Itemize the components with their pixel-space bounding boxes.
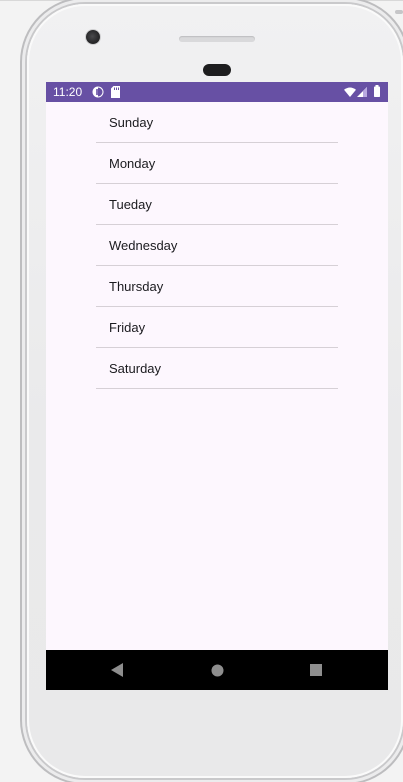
back-icon bbox=[111, 663, 123, 677]
status-bar: 11:20 bbox=[46, 82, 388, 102]
navigation-bar bbox=[46, 650, 388, 690]
list-item-sunday[interactable]: Sunday bbox=[96, 102, 338, 143]
list-item-label: Sunday bbox=[109, 115, 154, 130]
front-camera bbox=[86, 30, 100, 44]
list-item-label: Saturday bbox=[109, 361, 162, 376]
cell-signal-icon bbox=[357, 87, 367, 97]
home-icon bbox=[211, 664, 223, 676]
days-list: Sunday Monday Tueday Wednesday Thursday … bbox=[96, 102, 338, 389]
list-item-label: Tueday bbox=[109, 197, 152, 212]
home-button[interactable] bbox=[187, 650, 247, 690]
device-screen: 11:20 Sunday Monday Tueday Wednesday Thu… bbox=[46, 82, 388, 690]
battery-icon bbox=[374, 85, 380, 97]
sd-card-icon bbox=[111, 86, 120, 98]
wifi-icon bbox=[344, 87, 356, 97]
list-item-label: Thursday bbox=[109, 279, 164, 294]
power-button bbox=[395, 10, 403, 14]
window-top-border bbox=[0, 0, 403, 1]
list-item-thursday[interactable]: Thursday bbox=[96, 266, 338, 307]
recents-button[interactable] bbox=[286, 650, 346, 690]
list-item-label: Wednesday bbox=[109, 238, 178, 253]
back-button[interactable] bbox=[87, 650, 147, 690]
list-item-label: Friday bbox=[109, 320, 146, 335]
earpiece-speaker bbox=[179, 36, 255, 42]
proximity-sensor bbox=[203, 64, 231, 76]
status-time: 11:20 bbox=[53, 85, 83, 99]
data-saver-icon bbox=[92, 86, 104, 98]
phone-frame: 11:20 Sunday Monday Tueday Wednesday Thu… bbox=[27, 4, 403, 778]
list-item-saturday[interactable]: Saturday bbox=[96, 348, 338, 389]
list-item-monday[interactable]: Monday bbox=[96, 143, 338, 184]
list-item-friday[interactable]: Friday bbox=[96, 307, 338, 348]
list-item-tueday[interactable]: Tueday bbox=[96, 184, 338, 225]
list-item-label: Monday bbox=[109, 156, 156, 171]
list-item-wednesday[interactable]: Wednesday bbox=[96, 225, 338, 266]
recents-icon bbox=[310, 664, 322, 676]
